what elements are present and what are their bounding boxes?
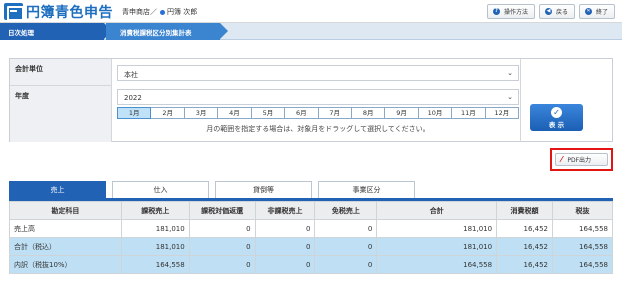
col-total: 合計 [376,201,498,220]
breadcrumb-daily[interactable]: 日次処理 [0,23,112,40]
help-button[interactable]: ? 操作方法 [487,4,535,19]
cell-value: 16,452 [496,237,554,256]
help-button-label: 操作方法 [504,9,529,16]
chevron-down-icon: ⌄ [507,93,513,101]
month-5[interactable]: 5月 [251,107,286,119]
cell-account: 合計（税込） [9,237,122,256]
exit-button-label: 終了 [596,9,609,16]
table-row[interactable]: 売上高 181,010 0 0 0 181,010 16,452 164,558 [9,219,613,238]
cell-value: 181,010 [376,219,498,238]
cell-value: 0 [314,237,378,256]
pdf-highlight-frame: ⁄ PDF出力 [550,148,613,171]
app-logo: 円簿青色申告 [4,2,113,21]
breadcrumb: 日次処理 消費税課税区分別集計表 [0,23,622,40]
col-tax-exempt: 免税売上 [314,201,378,220]
month-11[interactable]: 11月 [452,107,486,119]
show-button[interactable]: ✓ 表 示 [530,104,583,131]
month-9[interactable]: 9月 [385,107,419,119]
tab-purchases[interactable]: 仕入 [112,181,209,198]
cell-value: 0 [314,219,378,238]
company-user-info: 青申商店／ 円簿 次郎 [122,7,197,17]
cell-value: 0 [188,255,256,274]
cell-value: 0 [314,255,378,274]
month-3[interactable]: 3月 [184,107,219,119]
user-icon [160,9,165,15]
cell-value: 164,558 [120,255,190,274]
cell-value: 16,452 [496,219,554,238]
month-8[interactable]: 8月 [351,107,386,119]
pdf-export-button[interactable]: ⁄ PDF出力 [555,153,608,166]
breadcrumb-current: 消費税課税区分別集計表 [106,23,228,40]
unit-select-value: 本社 [124,71,138,79]
ledger-logo-icon [4,3,24,21]
cell-value: 181,010 [120,219,190,238]
month-1[interactable]: 1月 [117,107,152,119]
col-tax-amount: 消費税額 [496,201,554,220]
col-taxable-sales: 課税売上 [120,201,190,220]
cell-value: 16,452 [496,255,554,274]
check-icon: ✓ [551,107,562,118]
filter-panel: 会計単位 年度 本社 ⌄ 2022 ⌄ 1月 2月 3月 4月 5月 6月 7月… [9,58,613,142]
cell-value: 181,010 [376,237,498,256]
unit-label: 会計単位 [10,59,112,86]
show-button-label: 表 示 [548,121,565,129]
year-select[interactable]: 2022 ⌄ [117,89,519,105]
month-12[interactable]: 12月 [485,107,520,119]
cell-account: 売上高 [9,219,122,238]
cell-value: 0 [254,237,316,256]
tab-business-category[interactable]: 事業区分 [318,181,415,198]
table-row[interactable]: 合計（税込） 181,010 0 0 0 181,010 16,452 164,… [9,237,613,256]
exit-button[interactable]: ✕ 終了 [579,4,615,19]
col-non-taxable: 非課税売上 [254,201,316,220]
year-select-value: 2022 [124,94,142,102]
app-title: 円簿青色申告 [26,4,113,21]
month-4[interactable]: 4月 [218,107,252,119]
cell-account: 内訳（税抜10%） [9,255,122,274]
table-header-row: 勘定科目 課税売上 課税対価返還 非課税売上 免税売上 合計 消費税額 税抜 [9,201,613,220]
tab-bar: 売上 仕入 貸倒等 事業区分 [9,181,613,201]
month-10[interactable]: 10月 [418,107,453,119]
month-6[interactable]: 6月 [285,107,319,119]
chevron-down-icon: ⌄ [507,69,513,77]
cell-value: 0 [254,255,316,274]
cell-value: 0 [188,237,256,256]
tab-bad-debts[interactable]: 貸倒等 [215,181,312,198]
col-tax-excluded: 税抜 [552,201,613,220]
cell-value: 181,010 [120,237,190,256]
pdf-icon: ⁄ [561,155,563,164]
col-returns: 課税対価返還 [188,201,256,220]
col-account: 勘定科目 [9,201,122,220]
table-row[interactable]: 内訳（税抜10%） 164,558 0 0 0 164,558 16,452 1… [9,255,613,274]
company-name: 青申商店／ [122,8,157,16]
app-header: 円簿青色申告 青申商店／ 円簿 次郎 ? 操作方法 ◀ 戻る ✕ 終了 [0,0,622,23]
help-icon: ? [493,8,500,15]
unit-select[interactable]: 本社 ⌄ [117,65,519,81]
cell-value: 0 [188,219,256,238]
tax-summary-table: 勘定科目 課税売上 課税対価返還 非課税売上 免税売上 合計 消費税額 税抜 売… [9,201,613,274]
close-icon: ✕ [585,8,592,15]
month-2[interactable]: 2月 [151,107,185,119]
year-label: 年度 [10,86,112,142]
tab-sales[interactable]: 売上 [9,181,106,198]
cell-value: 0 [254,219,316,238]
back-button-label: 戻る [556,9,569,16]
month-selector: 1月 2月 3月 4月 5月 6月 7月 8月 9月 10月 11月 12月 [117,107,520,119]
cell-value: 164,558 [376,255,498,274]
cell-value: 164,558 [552,237,613,256]
user-name: 円簿 次郎 [167,8,198,16]
action-area: ✓ 表 示 [520,59,613,142]
cell-value: 164,558 [552,255,613,274]
back-arrow-icon: ◀ [545,8,552,15]
back-button[interactable]: ◀ 戻る [539,4,575,19]
cell-value: 164,558 [552,219,613,238]
month-7[interactable]: 7月 [318,107,352,119]
month-range-hint: 月の範囲を指定する場合は、対象月をドラッグして選択してください。 [206,125,430,133]
pdf-button-label: PDF出力 [567,157,592,164]
